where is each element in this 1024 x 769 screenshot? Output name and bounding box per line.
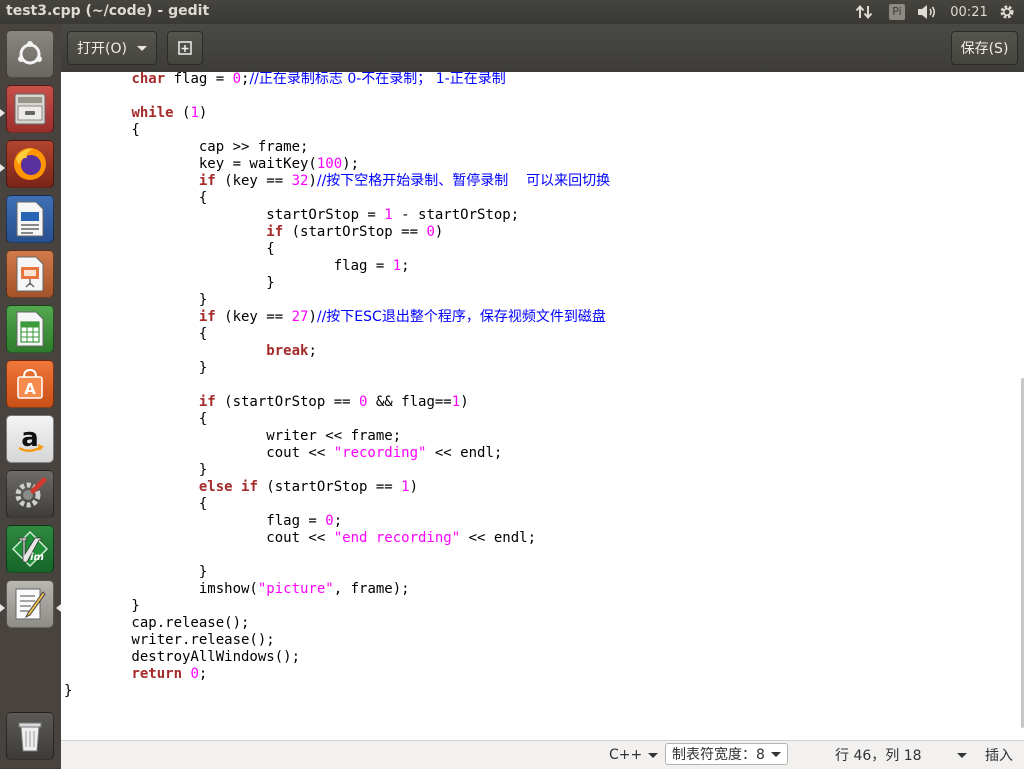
launcher-vim[interactable]: im xyxy=(6,525,54,573)
launcher-files[interactable] xyxy=(6,85,54,133)
open-button-label: 打开(O) xyxy=(77,41,127,57)
header-bar: 打开(O) 保存(S) xyxy=(61,24,1024,73)
file-cabinet-icon xyxy=(14,93,46,125)
code-line: while (1) xyxy=(131,105,208,121)
ubuntu-logo-icon xyxy=(18,41,42,65)
tab-width-selector[interactable]: 制表符宽度：8 xyxy=(665,743,788,765)
volume-indicator[interactable] xyxy=(914,0,942,24)
speaker-icon xyxy=(918,5,936,19)
code-line: { xyxy=(64,122,140,138)
launcher-text-editor[interactable] xyxy=(6,580,54,628)
code-line: } xyxy=(64,275,275,291)
status-bar: C++ 制表符宽度：8 行 46，列 18 插入 xyxy=(61,740,1024,769)
code-line: if (key == 27)//按下ESC退出整个程序，保存视频文件到磁盘 xyxy=(198,309,606,325)
code-line: cap.release(); xyxy=(64,615,250,631)
code-line: writer.release(); xyxy=(64,632,275,648)
code-line: writer << frame; xyxy=(64,428,402,444)
text-editor-pencil-icon xyxy=(15,588,46,620)
network-indicator[interactable] xyxy=(852,0,876,24)
launcher-trash[interactable] xyxy=(6,712,54,760)
code-line: if (key == 32)//按下空格开始录制、暂停录制 可以来回切换 xyxy=(198,173,611,189)
code-line: key = waitKey(100); xyxy=(64,156,360,172)
open-button[interactable]: 打开(O) xyxy=(67,31,157,65)
launcher-software[interactable]: A xyxy=(6,360,54,408)
code-line: break; xyxy=(266,343,317,359)
language-selector[interactable]: C++ xyxy=(609,741,659,769)
save-button-label: 保存(S) xyxy=(960,41,1009,57)
code-view: char flag = 0;//正在录制标志 0-不在录制； 1-正在录制 wh… xyxy=(64,72,610,700)
code-line: char flag = 0;//正在录制标志 0-不在录制； 1-正在录制 xyxy=(131,72,506,87)
code-line: startOrStop = 1 - startOrStop; xyxy=(64,207,520,223)
code-line: { xyxy=(64,496,208,512)
running-indicator xyxy=(0,164,5,172)
launcher-firefox[interactable] xyxy=(6,140,54,188)
chevron-down-icon xyxy=(136,45,147,51)
launcher-ubuntu-dash[interactable] xyxy=(6,30,54,78)
position-menu-button[interactable] xyxy=(951,741,967,769)
code-line: if (startOrStop == 0) xyxy=(266,224,444,240)
launcher-system-settings[interactable] xyxy=(6,470,54,518)
svg-text:A: A xyxy=(24,380,36,398)
launcher-impress[interactable] xyxy=(6,250,54,298)
code-line: } xyxy=(64,683,73,699)
system-menu[interactable] xyxy=(994,0,1020,24)
code-line: { xyxy=(64,190,208,206)
code-line: flag = 1; xyxy=(64,258,410,274)
calc-spreadsheet-icon xyxy=(16,311,44,347)
save-button[interactable]: 保存(S) xyxy=(951,31,1018,65)
new-tab-button[interactable] xyxy=(167,31,203,65)
code-line: { xyxy=(64,241,275,257)
running-indicator xyxy=(0,604,5,612)
trash-icon xyxy=(18,722,42,752)
code-line: { xyxy=(64,326,208,342)
amazon-logo-icon: a xyxy=(18,423,44,453)
clock[interactable]: 00:21 xyxy=(946,0,992,24)
chevron-down-icon xyxy=(648,752,659,758)
code-editor[interactable]: char flag = 0;//正在录制标志 0-不在录制； 1-正在录制 wh… xyxy=(61,72,1024,740)
impress-presentation-icon xyxy=(16,256,44,292)
language-label: C++ xyxy=(609,747,643,763)
cursor-position: 行 46，列 18 xyxy=(835,748,922,764)
vim-logo-icon: im xyxy=(11,530,49,568)
writer-document-icon xyxy=(16,201,44,237)
code-line: return 0; xyxy=(131,666,208,682)
network-transfer-icon xyxy=(855,4,873,20)
code-line: { xyxy=(64,411,208,427)
running-indicator xyxy=(0,109,5,117)
keyboard-indicator[interactable]: Pi xyxy=(886,0,908,24)
launcher: A a im xyxy=(0,24,62,768)
new-document-icon xyxy=(178,41,192,55)
settings-wrench-gear-icon xyxy=(15,477,47,508)
code-line: destroyAllWindows(); xyxy=(64,649,301,665)
svg-text:im: im xyxy=(30,552,44,563)
tab-width-label: 制表符宽度：8 xyxy=(672,747,765,763)
launcher-calc[interactable] xyxy=(6,305,54,353)
gear-icon xyxy=(1000,5,1014,19)
insert-mode: 插入 xyxy=(985,748,1013,764)
top-panel: test3.cpp (~/code) - gedit Pi 00:21 xyxy=(0,0,1024,24)
launcher-amazon[interactable]: a xyxy=(6,415,54,463)
code-line: cout << "recording" << endl; xyxy=(64,445,503,461)
window-title: test3.cpp (~/code) - gedit xyxy=(6,3,210,19)
code-line: imshow("picture", frame); xyxy=(64,581,410,597)
code-line: flag = 0; xyxy=(64,513,343,529)
code-line: } xyxy=(64,462,208,478)
code-line: } xyxy=(64,292,208,308)
code-line: if (startOrStop == 0 && flag==1) xyxy=(198,394,469,410)
code-line: else if (startOrStop == 1) xyxy=(198,479,419,495)
shopping-bag-icon: A xyxy=(17,368,43,399)
chevron-down-icon xyxy=(770,751,781,757)
code-line: } xyxy=(64,360,208,376)
firefox-icon xyxy=(14,148,46,180)
code-line: } xyxy=(64,564,208,580)
code-line: } xyxy=(64,598,140,614)
code-line: cap >> frame; xyxy=(64,139,309,155)
keyboard-layout-label: Pi xyxy=(889,4,905,20)
code-line: cout << "end recording" << endl; xyxy=(64,530,537,546)
launcher-writer[interactable] xyxy=(6,195,54,243)
chevron-down-icon xyxy=(957,752,967,758)
